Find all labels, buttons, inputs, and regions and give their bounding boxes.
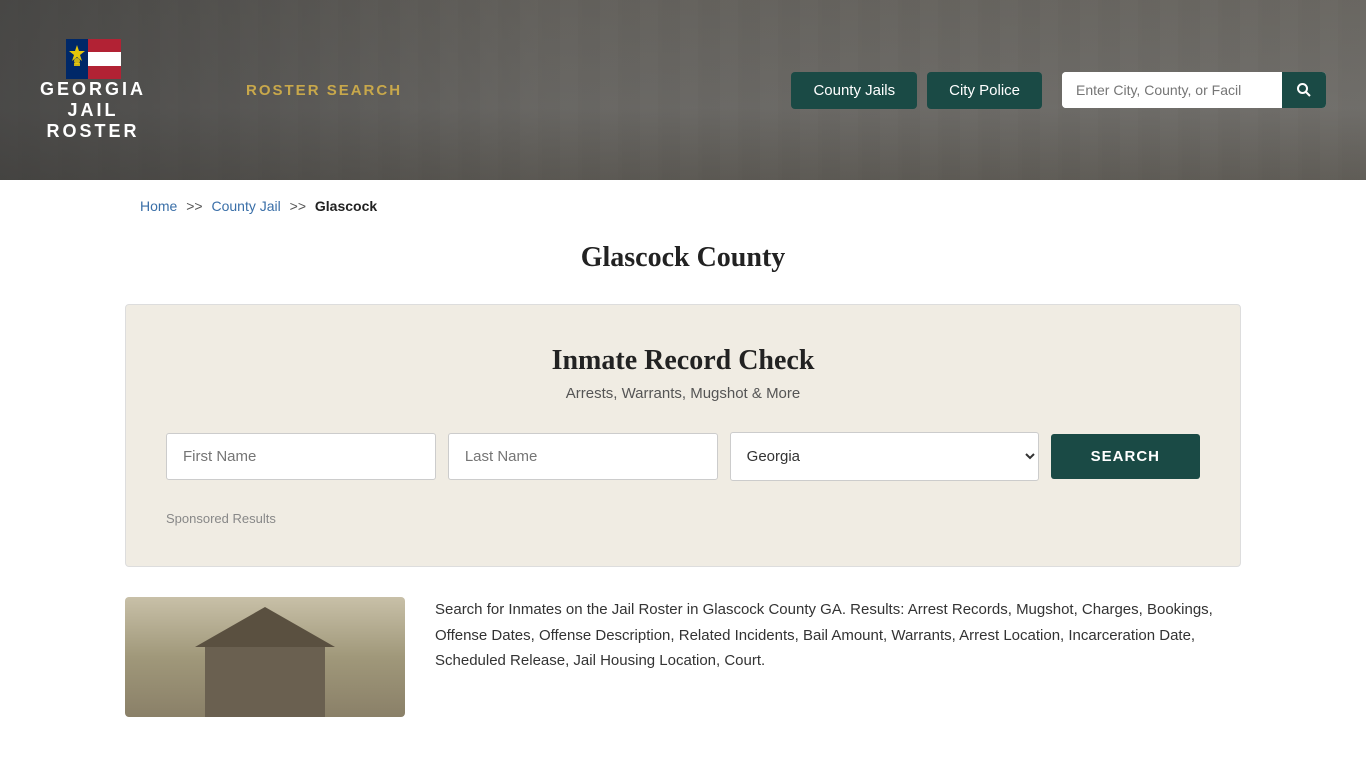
breadcrumb-county-jail[interactable]: County Jail: [212, 198, 281, 214]
search-icon: [1296, 82, 1312, 98]
header-search-button[interactable]: [1282, 72, 1326, 108]
logo-roster-text: ROSTER: [47, 121, 140, 142]
sponsored-results-label: Sponsored Results: [166, 511, 1200, 526]
georgia-flag-icon: [66, 39, 121, 79]
page-title: Glascock County: [0, 242, 1366, 274]
inmate-form: AlabamaAlaskaArizonaArkansasCaliforniaCo…: [166, 432, 1200, 481]
state-select[interactable]: AlabamaAlaskaArizonaArkansasCaliforniaCo…: [730, 432, 1039, 481]
last-name-input[interactable]: [448, 433, 718, 480]
inmate-search-button[interactable]: SEARCH: [1051, 434, 1200, 479]
logo-georgia-text: GEORGIA: [40, 79, 146, 100]
first-name-input[interactable]: [166, 433, 436, 480]
nav-buttons: County Jails City Police: [791, 72, 1042, 109]
county-description: Search for Inmates on the Jail Roster in…: [435, 597, 1241, 717]
county-jails-button[interactable]: County Jails: [791, 72, 917, 109]
breadcrumb-sep-2: >>: [290, 198, 306, 214]
logo-jail-text: JAIL: [68, 100, 119, 121]
header-search-area: [1062, 72, 1326, 108]
breadcrumb-sep-1: >>: [186, 198, 202, 214]
inmate-section-subtitle: Arrests, Warrants, Mugshot & More: [166, 385, 1200, 402]
header-search-input[interactable]: [1062, 72, 1282, 108]
page-title-area: Glascock County: [0, 232, 1366, 304]
roster-search-nav[interactable]: ROSTER SEARCH: [246, 82, 402, 99]
breadcrumb-current: Glascock: [315, 198, 377, 214]
header-content: GEORGIA JAIL ROSTER ROSTER SEARCH County…: [0, 39, 1366, 142]
building-shape: [205, 647, 325, 717]
county-image: [125, 597, 405, 717]
logo-area[interactable]: GEORGIA JAIL ROSTER: [40, 39, 146, 142]
site-header: GEORGIA JAIL ROSTER ROSTER SEARCH County…: [0, 0, 1366, 180]
breadcrumb: Home >> County Jail >> Glascock: [0, 180, 1366, 232]
bottom-section: Search for Inmates on the Jail Roster in…: [0, 567, 1366, 747]
inmate-record-section: Inmate Record Check Arrests, Warrants, M…: [125, 304, 1241, 567]
inmate-section-title: Inmate Record Check: [166, 345, 1200, 377]
building-roof: [195, 607, 335, 647]
breadcrumb-home[interactable]: Home: [140, 198, 177, 214]
city-police-button[interactable]: City Police: [927, 72, 1042, 109]
